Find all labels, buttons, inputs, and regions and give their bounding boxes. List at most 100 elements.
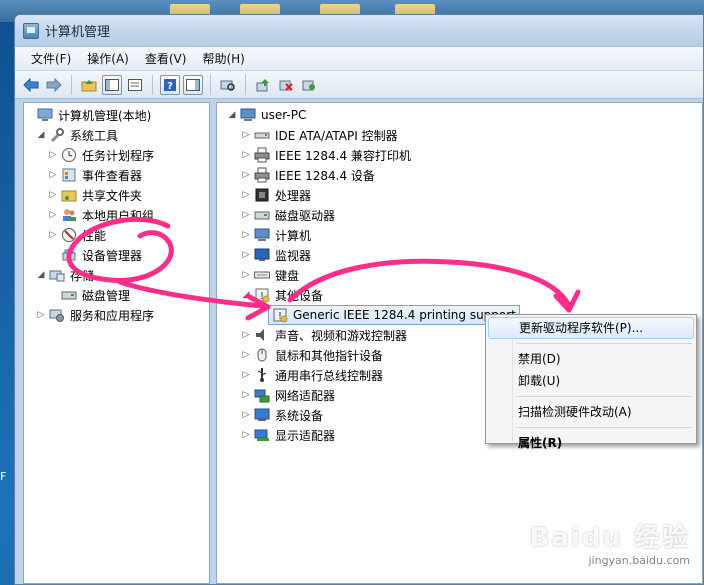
collapsed-arrow-icon[interactable]: ▷ xyxy=(241,410,251,420)
device-tree-item-row[interactable]: ▷ 计算机 xyxy=(241,225,311,245)
svg-text:?: ? xyxy=(167,81,173,92)
console-tree-item-label: 设备管理器 xyxy=(82,248,143,263)
disk-drive-icon xyxy=(254,207,270,223)
display-adapter-icon xyxy=(254,427,270,443)
console-tree-item-label: 本地用户和组 xyxy=(82,208,155,223)
menu-help[interactable]: 帮助(H) xyxy=(194,48,252,69)
network-adapter-icon xyxy=(254,387,270,403)
device-tree-item-row[interactable]: ▷ 系统设备 xyxy=(241,405,323,425)
device-tree-item-row[interactable]: ! Generic IEEE 1284.4 printing support xyxy=(255,305,520,325)
console-tree-pane[interactable]: 计算机管理(本地) ◢ 系统工具 ▷ 任务计划程序 ▷ 事件查看器 ▷ 共享文件夹 ▷ 本地用户和组… xyxy=(23,102,210,584)
collapsed-arrow-icon[interactable]: ▷ xyxy=(241,130,251,140)
device-tree-item-label: 通用串行总线控制器 xyxy=(275,368,384,383)
expanded-arrow-icon[interactable]: ◢ xyxy=(241,290,251,300)
expanded-arrow-icon[interactable]: ◢ xyxy=(227,110,237,120)
device-tree-item-row[interactable]: ◢ user-PC xyxy=(227,105,307,125)
device-tree-item-row[interactable]: ▷ 监视器 xyxy=(241,245,311,265)
shared-folder-icon xyxy=(61,187,77,203)
device-tree-item-label: 监视器 xyxy=(275,248,312,263)
unknown-device-icon: ! xyxy=(272,307,288,323)
disk-icon xyxy=(61,287,77,303)
console-tree-item-label: 系统工具 xyxy=(70,128,119,143)
action-pane-icon[interactable] xyxy=(183,74,203,95)
collapsed-arrow-icon[interactable]: ▷ xyxy=(241,430,251,440)
collapsed-arrow-icon[interactable]: ▷ xyxy=(241,350,251,360)
device-tree-item-row[interactable]: ▷ 键盘 xyxy=(241,265,299,285)
selected-tree-item[interactable]: ! Generic IEEE 1284.4 printing support xyxy=(268,305,520,325)
console-tree-item-row[interactable]: ▷ 本地用户和组 xyxy=(48,205,154,225)
device-manager-icon xyxy=(61,247,77,263)
device-tree-item-label: 处理器 xyxy=(275,188,312,203)
title-bar[interactable]: 计算机管理 xyxy=(15,15,703,47)
menu-view[interactable]: 查看(V) xyxy=(137,48,195,69)
device-tree-item-label: 鼠标和其他指针设备 xyxy=(275,348,384,363)
monitor-icon xyxy=(254,247,270,263)
collapsed-arrow-icon[interactable]: ▷ xyxy=(241,190,251,200)
collapsed-arrow-icon[interactable]: ▷ xyxy=(241,390,251,400)
toolbar-separator xyxy=(71,74,72,95)
update-driver-menu-item[interactable]: 更新驱动程序软件(P)... xyxy=(488,317,694,339)
device-tree-item-row[interactable]: ◢! 其他设备 xyxy=(241,285,323,305)
collapsed-arrow-icon[interactable]: ▷ xyxy=(241,150,251,160)
device-tree-item-row[interactable]: ▷ 显示适配器 xyxy=(241,425,335,445)
console-tree-item-label: 计算机管理(本地) xyxy=(58,108,152,123)
collapsed-arrow-icon[interactable]: ▷ xyxy=(241,370,251,380)
forward-arrow-icon[interactable] xyxy=(44,75,64,95)
help-icon[interactable]: ? xyxy=(160,74,180,95)
device-tree-item-row[interactable]: ▷ 声音、视频和游戏控制器 xyxy=(241,325,407,345)
collapsed-arrow-icon[interactable]: ▷ xyxy=(48,190,58,200)
device-tree-item-row[interactable]: ▷ IEEE 1284.4 兼容打印机 xyxy=(241,145,411,165)
console-tree-item-row[interactable]: ▷ 共享文件夹 xyxy=(48,185,142,205)
disable-menu-item[interactable]: 禁用(D) xyxy=(488,348,694,370)
collapsed-arrow-icon[interactable]: ▷ xyxy=(241,250,251,260)
collapsed-arrow-icon[interactable]: ▷ xyxy=(48,170,58,180)
device-tree-item-label: 显示适配器 xyxy=(275,428,336,443)
console-tree-item-label: 任务计划程序 xyxy=(82,148,155,163)
scan-hardware-icon[interactable] xyxy=(218,75,238,95)
device-tree-item-row[interactable]: ▷ 网络适配器 xyxy=(241,385,335,405)
device-tree-item-row[interactable]: ▷ IEEE 1284.4 设备 xyxy=(241,165,375,185)
console-tree-item-row[interactable]: 磁盘管理 xyxy=(48,285,130,305)
console-tree-item-row[interactable]: ◢ 系统工具 xyxy=(36,125,118,145)
device-tree-item-row[interactable]: ▷ 磁盘驱动器 xyxy=(241,205,335,225)
uninstall-menu-item[interactable]: 卸载(U) xyxy=(488,370,694,392)
console-tree-item-label: 性能 xyxy=(82,228,107,243)
menu-separator xyxy=(516,427,692,428)
console-tree-item-row[interactable]: ▷ 性能 xyxy=(48,225,106,245)
device-tree-item-row[interactable]: ▷ 处理器 xyxy=(241,185,311,205)
expanded-arrow-icon[interactable]: ◢ xyxy=(36,270,46,280)
console-tree-item-row[interactable]: ▷ 任务计划程序 xyxy=(48,145,154,165)
enable-device-icon[interactable] xyxy=(299,75,319,95)
console-tree-item-row[interactable]: ▷ 事件查看器 xyxy=(48,165,142,185)
collapsed-arrow-icon[interactable]: ▷ xyxy=(48,150,58,160)
collapsed-arrow-icon[interactable]: ▷ xyxy=(48,230,58,240)
update-driver-icon[interactable] xyxy=(253,75,273,95)
console-tree-item-row[interactable]: ▷ 服务和应用程序 xyxy=(36,305,154,325)
menu-file[interactable]: 文件(F) xyxy=(23,48,79,69)
collapsed-arrow-icon[interactable]: ▷ xyxy=(36,310,46,320)
collapsed-arrow-icon[interactable]: ▷ xyxy=(241,210,251,220)
uninstall-icon[interactable] xyxy=(276,75,296,95)
list-view-icon[interactable] xyxy=(125,75,145,95)
expanded-arrow-icon[interactable]: ◢ xyxy=(36,130,46,140)
toolbar-separator xyxy=(245,74,246,95)
scan-hardware-menu-item[interactable]: 扫描检测硬件改动(A) xyxy=(488,401,694,423)
keyboard-icon xyxy=(254,267,270,283)
back-arrow-icon[interactable] xyxy=(21,75,41,95)
collapsed-arrow-icon[interactable]: ▷ xyxy=(241,270,251,280)
collapsed-arrow-icon[interactable]: ▷ xyxy=(241,230,251,240)
console-tree-item-row[interactable]: 计算机管理(本地) xyxy=(24,105,151,125)
collapsed-arrow-icon[interactable]: ▷ xyxy=(48,210,58,220)
properties-menu-item[interactable]: 属性(R) xyxy=(488,432,694,454)
collapsed-arrow-icon[interactable]: ▷ xyxy=(241,170,251,180)
device-tree-item-row[interactable]: ▷ 鼠标和其他指针设备 xyxy=(241,345,383,365)
device-tree-item-row[interactable]: ▷ 通用串行总线控制器 xyxy=(241,365,383,385)
console-tree-item-row[interactable]: ◢ 存储 xyxy=(36,265,94,285)
ide-controller-icon xyxy=(254,127,270,143)
menu-action[interactable]: 操作(A) xyxy=(79,48,137,69)
up-folder-icon[interactable] xyxy=(79,75,99,95)
device-tree-item-row[interactable]: ▷ IDE ATA/ATAPI 控制器 xyxy=(241,125,398,145)
show-tree-icon[interactable] xyxy=(102,74,122,95)
console-tree-item-row[interactable]: 设备管理器 xyxy=(48,245,142,265)
collapsed-arrow-icon[interactable]: ▷ xyxy=(241,330,251,340)
